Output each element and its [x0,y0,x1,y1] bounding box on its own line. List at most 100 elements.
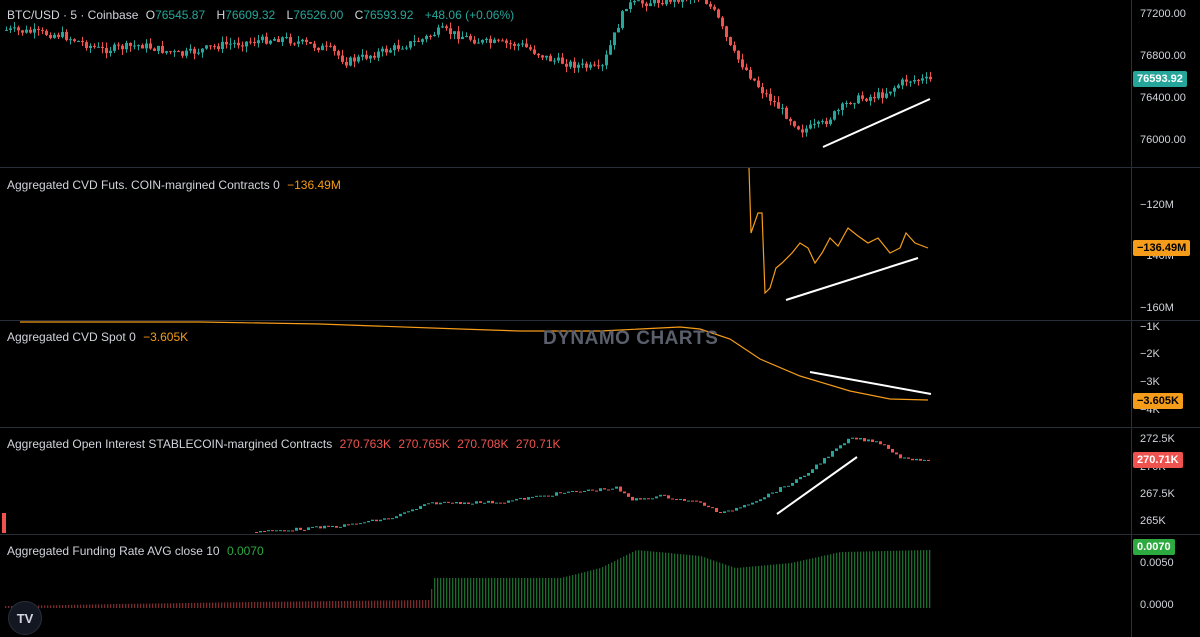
oi-candle [667,495,670,499]
funding-bar [362,600,364,608]
funding-bar [713,560,715,608]
funding-bar [107,604,109,608]
funding-bar [626,555,628,608]
oi-candle [587,489,590,491]
funding-pane[interactable]: Aggregated Funding Rate AVG close 10 0.0… [0,535,1200,637]
candle-body [713,6,716,10]
candle-body [929,76,932,80]
oi-candle [435,502,438,505]
candle-body [585,63,588,68]
oi-candle [491,500,494,504]
candle-body [597,65,600,67]
candle-body [93,45,96,47]
funding-bar [482,578,484,608]
oi-pane[interactable]: Aggregated Open Interest STABLECOIN-marg… [0,428,1200,534]
candle-body [89,45,92,49]
candle-body [37,28,40,30]
candle-body [129,42,132,46]
candle-body [661,3,664,5]
funding-bar [545,578,547,608]
oi-candle [499,502,502,504]
funding-bar [521,578,523,608]
funding-bar [818,556,820,608]
funding-bar [821,556,823,608]
candle-body [605,54,608,66]
funding-bar [317,601,319,608]
oi-candle [287,530,290,532]
oi-candle [383,518,386,520]
cvd-futs-pane[interactable]: Aggregated CVD Futs. COIN-margined Contr… [0,168,1200,320]
funding-bar [776,564,778,608]
funding-bar [515,578,517,608]
candle-body [389,50,392,53]
funding-bar [842,551,844,608]
cvd-spot-value: −3.605K [143,330,189,344]
funding-bar [5,606,7,608]
price-pane[interactable]: BTC/USD · 5 · Coinbase O76545.87 H76609.… [0,0,1200,167]
candle-body [189,48,192,51]
oi-candle [371,519,374,522]
symbol-label[interactable]: BTC/USD · 5 · Coinbase [7,8,138,22]
oi-candle [467,502,470,504]
last-price-badge: 76593.92 [1133,71,1187,87]
oi-candle [835,448,838,451]
funding-bar [611,562,613,608]
funding-bar [785,563,787,608]
funding-bar [608,564,610,608]
funding-bar [851,551,853,608]
funding-bar [494,578,496,608]
candle-body [541,55,544,58]
funding-bar [548,578,550,608]
price-change: +48.06 (+0.06%) [424,8,515,22]
candle-body [193,48,196,54]
funding-bar [674,553,676,608]
funding-bar [761,565,763,608]
funding-bar [731,566,733,608]
funding-bar [290,601,292,608]
oi-candle [651,498,654,500]
oi-candle [795,479,798,483]
oi-candle [675,499,678,501]
candle-body [813,123,816,125]
funding-bar [908,550,910,608]
funding-bar [395,600,397,608]
funding-bar [203,602,205,608]
cvd-spot-legend: Aggregated CVD Spot 0 −3.605K [7,330,192,344]
candle-body [737,50,740,60]
funding-bar [341,600,343,608]
funding-bar [377,600,379,608]
candle-body [13,27,16,29]
funding-bar [668,553,670,608]
candle-body [313,43,316,48]
candle-body [889,91,892,94]
funding-bar [680,554,682,608]
candle-body [573,61,576,68]
candle-body [545,55,548,58]
candle-body [81,40,84,43]
candle-body [633,0,636,3]
oi-candle [511,500,514,502]
funding-bar [92,604,94,608]
candle-body [5,29,8,31]
funding-bar [863,551,865,608]
price-tick: 76000.00 [1140,134,1186,146]
funding-bar [122,603,124,608]
funding-bar [182,603,184,608]
oi-candle [671,498,674,500]
funding-bar [452,578,454,608]
oi-candle [927,459,930,461]
oi-candle [919,458,922,461]
candle-body [901,79,904,86]
funding-bar [188,602,190,608]
price-legend: BTC/USD · 5 · Coinbase O76545.87 H76609.… [7,8,518,22]
price-tick: 76800.00 [1140,50,1186,62]
candle-body [293,43,296,45]
oi-candle [839,445,842,449]
candle-body [613,32,616,46]
funding-bar [110,604,112,608]
funding-bar [269,601,271,608]
funding-bar [257,601,259,608]
candle-body [345,61,348,66]
tradingview-logo-icon[interactable]: TV [8,601,42,635]
candle-body [181,51,184,56]
